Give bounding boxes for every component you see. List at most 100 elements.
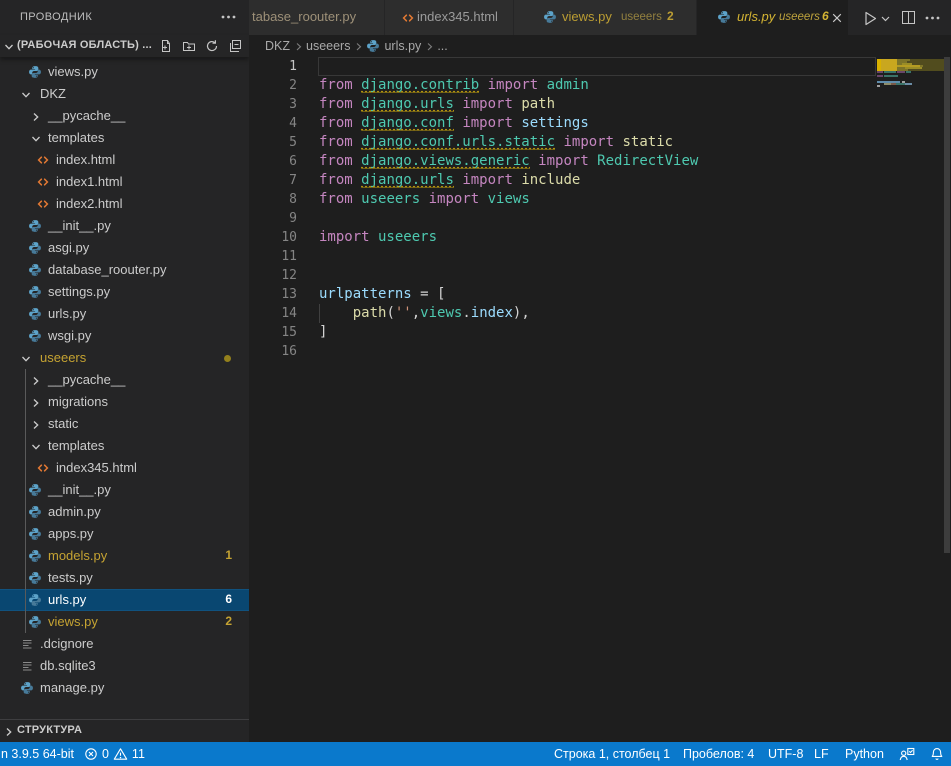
workspace-section-header[interactable]: (РАБОЧАЯ ОБЛАСТЬ) ... [0, 35, 249, 57]
status-item-eol[interactable]: LF [814, 742, 829, 766]
explorer-more-actions-icon[interactable] [221, 14, 236, 20]
tree-file-index1-html[interactable]: index1.html [0, 171, 249, 193]
chevron-down-icon [31, 442, 41, 452]
tree-folder-static[interactable]: static [0, 413, 249, 435]
refresh-button[interactable] [204, 38, 220, 54]
editor-scrollbar[interactable] [944, 57, 950, 553]
line-number: 16 [249, 342, 297, 361]
split-editor-button[interactable] [901, 10, 916, 25]
tree-file-asgi-py[interactable]: asgi.py [0, 237, 249, 259]
tree-folder-useeers[interactable]: useeers [0, 347, 249, 369]
token: ), [513, 305, 530, 321]
token [412, 286, 420, 302]
line-number: 1 [249, 57, 297, 76]
breadcrumb: DKZ useeers urls.py... [249, 35, 951, 57]
tab-views-py[interactable]: views.pyuseeers2 [514, 0, 696, 35]
tab-tabase-roouter-py[interactable]: tabase_roouter.py [249, 0, 384, 35]
tree-file-manage-py[interactable]: manage.py [0, 677, 249, 699]
minimap-mark [906, 71, 911, 73]
line-number: 5 [249, 133, 297, 152]
tree-folder-migrations[interactable]: migrations [0, 391, 249, 413]
breadcrumb-item-useeers[interactable]: useeers [306, 39, 350, 53]
tree-file-urls-py[interactable]: urls.py6 [0, 589, 249, 611]
breadcrumb-item-DKZ[interactable]: DKZ [265, 39, 290, 53]
tree-folder-templates[interactable]: templates [0, 435, 249, 457]
run-button[interactable] [862, 10, 879, 27]
vscode-window: ПРОВОДНИК (РАБОЧАЯ ОБЛАСТЬ) ... views.py… [0, 0, 951, 766]
html-icon [35, 152, 51, 168]
tab-index345-html[interactable]: index345.html [385, 0, 513, 35]
new-file-button[interactable] [158, 38, 174, 54]
tree-item-label: tests.py [48, 570, 93, 585]
problems-count-badge: 6 [225, 592, 232, 606]
warning-squiggle [361, 166, 530, 169]
python-icon [28, 241, 42, 255]
python-icon [28, 329, 42, 343]
chevron-right-icon [31, 420, 41, 430]
breadcrumb-item--[interactable]: ... [437, 39, 447, 53]
tree-file-tests-py[interactable]: tests.py [0, 567, 249, 589]
status-item-notifications[interactable] [930, 742, 944, 766]
token: from [319, 77, 361, 93]
tree-file-apps-py[interactable]: apps.py [0, 523, 249, 545]
outline-section-header[interactable]: СТРУКТУРА [0, 720, 249, 742]
new-folder-icon [182, 39, 196, 53]
run-dropdown-button[interactable] [881, 14, 890, 23]
tree-file-views-py[interactable]: views.py [0, 61, 249, 83]
tree-file--init-py[interactable]: __init__.py [0, 215, 249, 237]
breadcrumb-separator [294, 42, 303, 51]
tree-file-index-html[interactable]: index.html [0, 149, 249, 171]
tree-file-index2-html[interactable]: index2.html [0, 193, 249, 215]
tab-label: tabase_roouter.py [252, 9, 356, 24]
chevron-right-icon [31, 376, 41, 386]
token: import [462, 115, 513, 131]
collapse-all-button[interactable] [227, 38, 243, 54]
status-item-feedback[interactable] [899, 742, 915, 766]
tree-item-label: index345.html [56, 460, 137, 475]
breadcrumb-item-urls-py[interactable]: urls.py [384, 39, 421, 53]
chevron-right-icon [4, 727, 14, 737]
tree-file-settings-py[interactable]: settings.py [0, 281, 249, 303]
minimap[interactable] [877, 57, 944, 737]
token: from [319, 134, 361, 150]
status-item-language-mode[interactable]: Python [845, 742, 884, 766]
python-icon [20, 681, 34, 695]
explorer-sidebar: ПРОВОДНИК (РАБОЧАЯ ОБЛАСТЬ) ... views.py… [0, 0, 249, 742]
tab-close-icon[interactable] [832, 13, 842, 23]
tree-file-db-sqlite3[interactable]: db.sqlite3 [0, 655, 249, 677]
tree-file-models-py[interactable]: models.py1 [0, 545, 249, 567]
tab-urls-py[interactable]: urls.pyuseeers6 [697, 0, 848, 35]
tree-folder-templates[interactable]: templates [0, 127, 249, 149]
tree-file-index345-html[interactable]: index345.html [0, 457, 249, 479]
new-folder-button[interactable] [181, 38, 197, 54]
status-item-indentation[interactable]: Пробелов: 4 [683, 742, 754, 766]
code-area[interactable]: 12from django.contrib import admin3from … [249, 57, 951, 742]
tree-file-database-roouter-py[interactable]: database_roouter.py [0, 259, 249, 281]
tree-folder-DKZ[interactable]: DKZ [0, 83, 249, 105]
tree-file-admin-py[interactable]: admin.py [0, 501, 249, 523]
status-item-cursor-position[interactable]: Строка 1, столбец 1 [554, 742, 670, 766]
token: index [471, 305, 513, 321]
token: from [319, 96, 361, 112]
tree-file-views-py[interactable]: views.py2 [0, 611, 249, 633]
tab-label: views.py [562, 9, 612, 24]
token: . [462, 305, 470, 321]
status-item-encoding[interactable]: UTF-8 [768, 742, 803, 766]
tree-file--init-py[interactable]: __init__.py [0, 479, 249, 501]
line-number: 7 [249, 171, 297, 190]
python-icon [366, 39, 380, 53]
tree-file--dcignore[interactable]: .dcignore [0, 633, 249, 655]
tree-item-label: index2.html [56, 196, 122, 211]
warning-squiggle [361, 128, 454, 131]
tab-description: useeers [779, 11, 820, 23]
editor-more-actions-button[interactable] [925, 15, 940, 21]
tree-folder--pycache-[interactable]: __pycache__ [0, 369, 249, 391]
editor-group: tabase_roouter.pyindex345.htmlviews.pyus… [249, 0, 951, 742]
token: static [614, 134, 673, 150]
tree-folder--pycache-[interactable]: __pycache__ [0, 105, 249, 127]
line-number: 15 [249, 323, 297, 342]
tree-file-wsgi-py[interactable]: wsgi.py [0, 325, 249, 347]
tree-item-label: views.py [48, 64, 98, 79]
explorer-header: ПРОВОДНИК [0, 0, 249, 35]
tree-file-urls-py[interactable]: urls.py [0, 303, 249, 325]
